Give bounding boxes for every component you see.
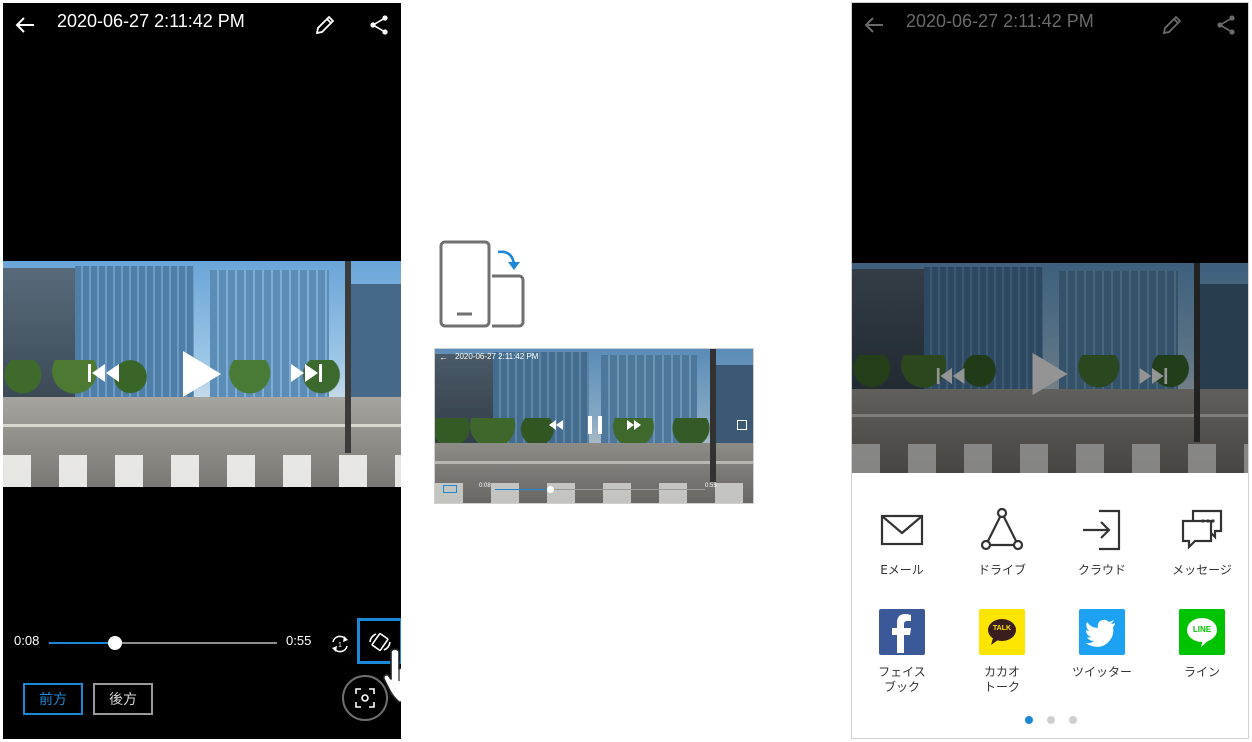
- share-twitter-label: ツイッター: [1071, 665, 1132, 679]
- preview-pause-icon: [588, 416, 602, 434]
- rotate-device-icon: [439, 240, 525, 328]
- cloud-icon: [1083, 509, 1121, 551]
- edit-pencil-icon[interactable]: [313, 13, 337, 37]
- twitter-bird: [1085, 619, 1115, 647]
- share-facebook[interactable]: フェイス ブック: [852, 609, 952, 705]
- share-cloud-label: クラウド: [1077, 563, 1126, 577]
- share-sheet-screen: 2020-06-27 2:11:42 PM Eメール ドライブ クラウド メッセ…: [851, 2, 1249, 739]
- dimmed-player: 2020-06-27 2:11:42 PM: [852, 3, 1248, 473]
- video-title: 2020-06-27 2:11:42 PM: [57, 11, 245, 31]
- repeat-icon[interactable]: 1: [329, 633, 351, 655]
- dimmed-back-arrow-icon: [864, 17, 883, 33]
- svg-text:1: 1: [338, 642, 342, 649]
- seek-knob[interactable]: [108, 636, 123, 650]
- message-icon: [1181, 509, 1223, 550]
- preview-title: 2020-06-27 2:11:42 PM: [455, 352, 539, 361]
- drive-icon: [980, 507, 1024, 551]
- page-indicator-dot[interactable]: [1069, 716, 1077, 724]
- preview-capture-icon: [737, 420, 747, 430]
- twitter-icon: [1079, 609, 1125, 655]
- landscape-preview: ← 2020-06-27 2:11:42 PM 0:08 0:55: [434, 348, 754, 504]
- page-indicator-dot[interactable]: [1047, 716, 1055, 724]
- duration: 0:55: [286, 633, 312, 648]
- line-icon: LINE: [1179, 609, 1225, 655]
- fast-forward-icon[interactable]: [287, 361, 323, 385]
- preview-seek-progress: [495, 489, 550, 490]
- back-arrow-icon[interactable]: [13, 13, 37, 37]
- page-indicator-dot[interactable]: [1025, 716, 1033, 724]
- preview-back-icon: ←: [439, 352, 448, 362]
- rear-camera-tab[interactable]: 後方: [93, 683, 153, 715]
- share-line-label: ライン: [1183, 665, 1220, 679]
- dimmed-edit-pencil-icon: [1162, 15, 1182, 35]
- rewind-icon[interactable]: [87, 361, 123, 385]
- preview-rewind-icon: [549, 420, 563, 430]
- seek-bar-progress: [49, 642, 116, 644]
- preview-front-tab: [443, 485, 457, 493]
- preview-duration: 0:55: [705, 483, 717, 489]
- player-top-bar: 2020-06-27 2:11:42 PM: [3, 3, 401, 43]
- share-line[interactable]: LINE ライン: [1152, 609, 1248, 705]
- current-time: 0:08: [14, 633, 40, 648]
- video-player-screen: 2020-06-27 2:11:42 PM 0:08 0:55 1 前方 後方: [3, 3, 401, 739]
- dimmed-video-title: 2020-06-27 2:11:42 PM: [906, 11, 1094, 31]
- line-badge-text: LINE: [1192, 625, 1212, 634]
- share-kakaotalk[interactable]: TALK カカオ トーク: [952, 609, 1052, 705]
- preview-forward-icon: [627, 420, 641, 430]
- share-message[interactable]: メッセージ: [1152, 507, 1248, 587]
- screenshot-icon: [355, 688, 375, 708]
- mail-icon: [880, 514, 924, 546]
- dimmed-top-bar: 2020-06-27 2:11:42 PM: [852, 3, 1248, 43]
- share-drive[interactable]: ドライブ: [952, 507, 1052, 587]
- kakaotalk-bubble: [988, 619, 1016, 645]
- facebook-icon: [879, 609, 925, 655]
- share-cloud[interactable]: クラウド: [1052, 507, 1152, 587]
- video-frame[interactable]: [3, 261, 401, 487]
- facebook-glyph: [892, 614, 911, 653]
- share-email[interactable]: Eメール: [852, 507, 952, 587]
- share-icon[interactable]: [367, 13, 391, 37]
- share-twitter[interactable]: ツイッター: [1052, 609, 1152, 705]
- front-camera-tab[interactable]: 前方: [23, 683, 83, 715]
- share-email-label: Eメール: [880, 563, 924, 577]
- preview-current-time: 0:08: [479, 483, 491, 489]
- dimmed-share-icon: [1217, 15, 1235, 35]
- kakaotalk-badge-text: TALK: [992, 625, 1012, 632]
- share-message-label: メッセージ: [1172, 563, 1232, 577]
- share-drive-label: ドライブ: [977, 563, 1026, 577]
- play-icon[interactable]: [181, 349, 223, 399]
- share-kakaotalk-label: カカオ トーク: [983, 665, 1020, 694]
- preview-seek-knob: [547, 486, 554, 493]
- share-facebook-label: フェイス ブック: [878, 665, 926, 694]
- capture-button[interactable]: [342, 675, 388, 721]
- kakaotalk-icon: TALK: [979, 609, 1025, 655]
